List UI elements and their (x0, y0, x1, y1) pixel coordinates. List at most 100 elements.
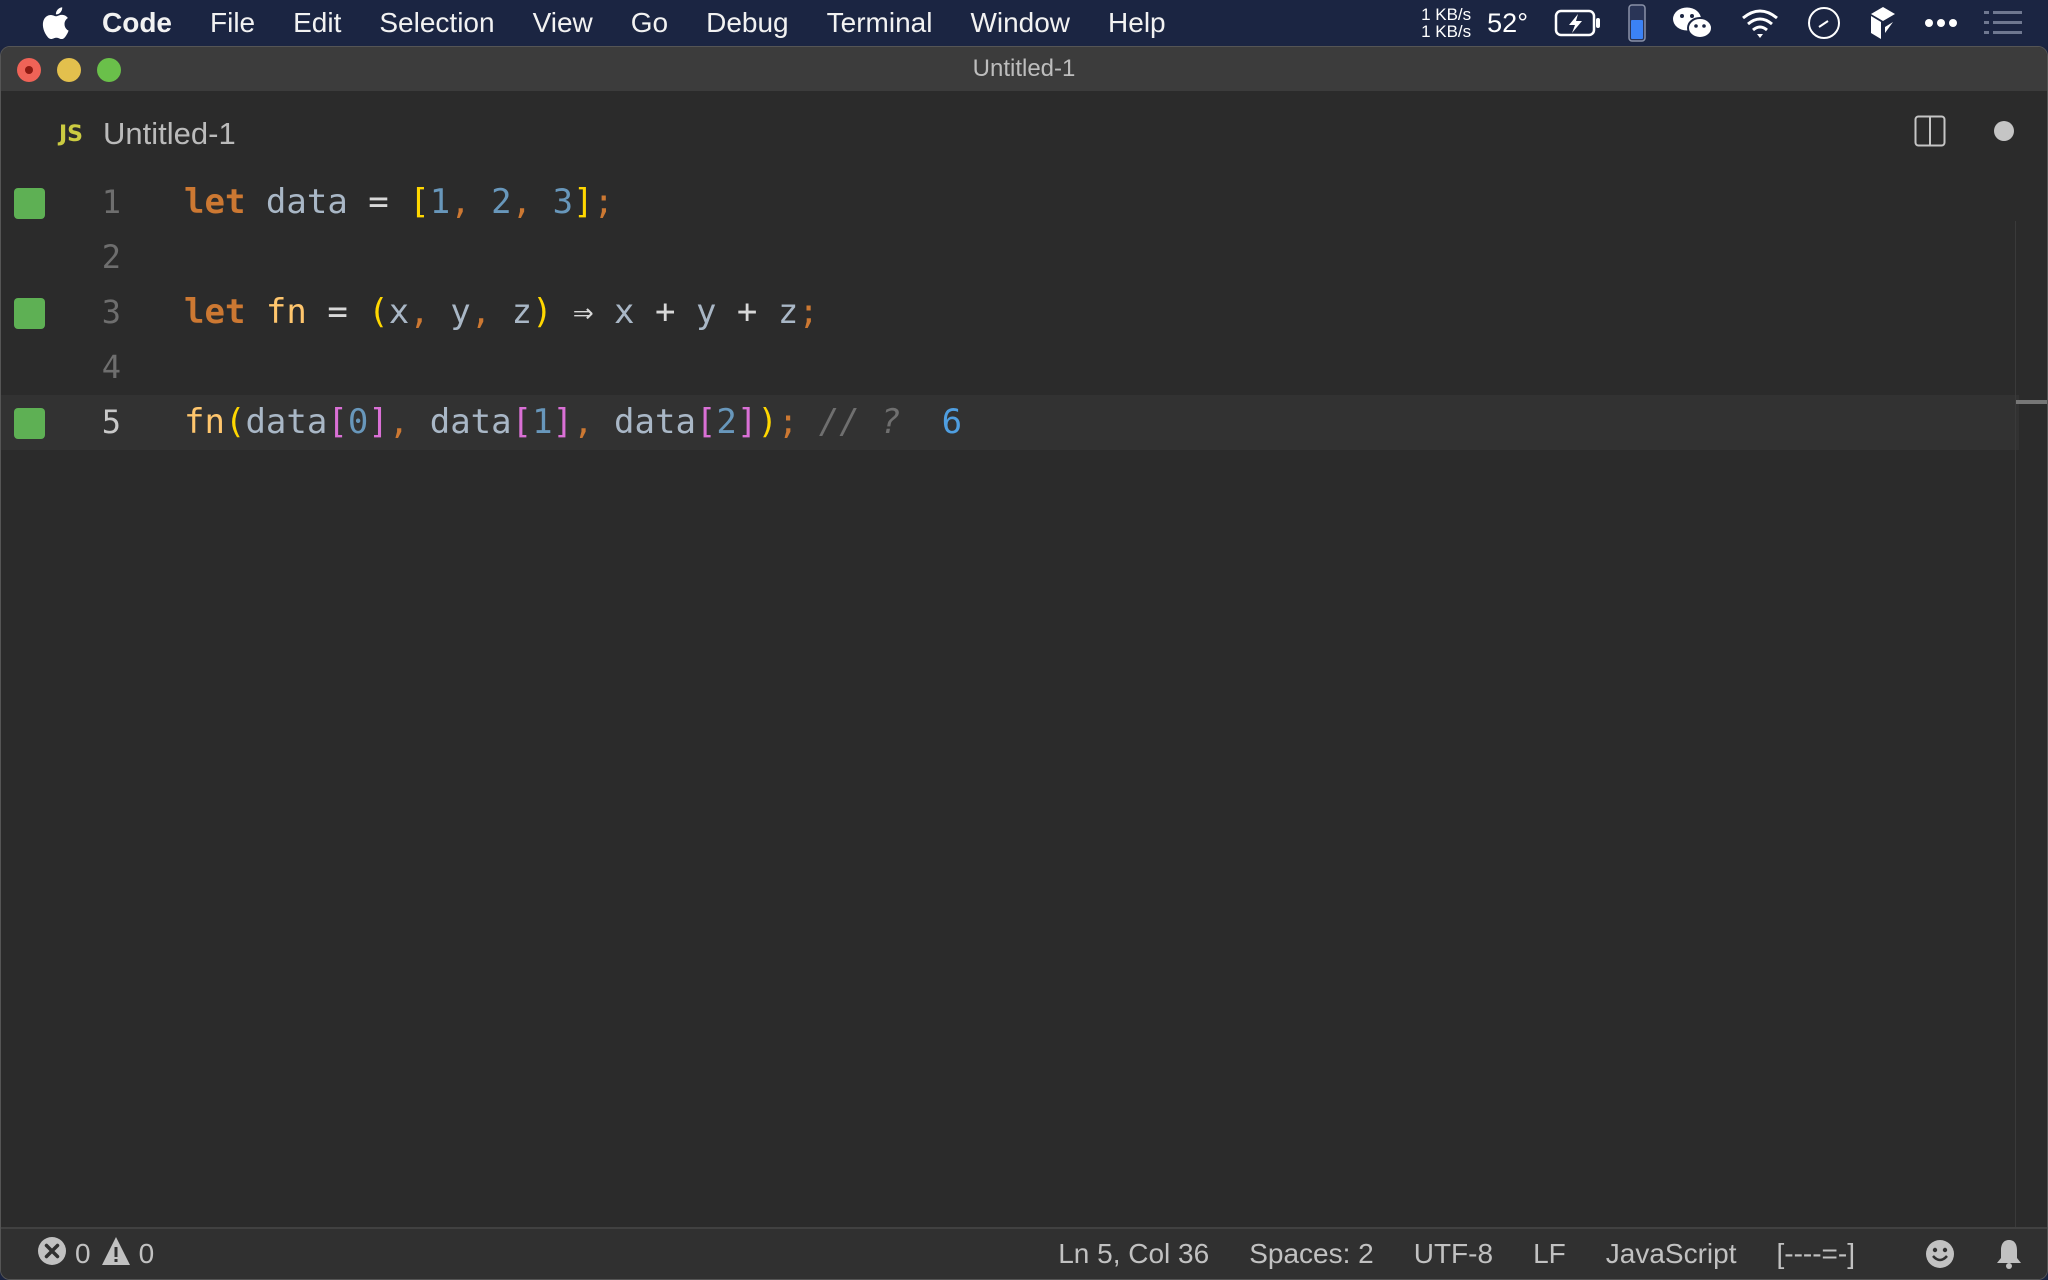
code-token: y (450, 292, 471, 332)
code-token: y (695, 292, 717, 332)
line-number: 2 (101, 238, 121, 276)
code-token: ( (224, 402, 246, 442)
smiley-icon[interactable] (1925, 1239, 1955, 1269)
tab-bar: JS Untitled-1 (1, 91, 2047, 175)
code-token: = (347, 182, 410, 222)
code-token: , (573, 402, 615, 442)
code-token: fn (184, 402, 225, 442)
code-token: , (511, 182, 553, 222)
tab-untitled-1[interactable]: JS Untitled-1 (59, 109, 236, 159)
memory-gauge-icon[interactable] (1628, 4, 1646, 42)
code-token: 3 (552, 182, 574, 222)
cursor-position[interactable]: Ln 5, Col 36 (1058, 1238, 1209, 1270)
code-token: 2 (716, 402, 737, 442)
menu-view[interactable]: View (533, 7, 593, 39)
wifi-icon[interactable] (1740, 7, 1780, 39)
menu-selection[interactable]: Selection (379, 7, 494, 39)
line-number: 1 (101, 183, 121, 221)
notification-list-icon[interactable] (1984, 10, 2022, 36)
code-token: ; (798, 292, 819, 332)
code-line[interactable]: 4 (1, 340, 2019, 395)
menu-debug[interactable]: Debug (706, 7, 789, 39)
code-token: [ (327, 402, 348, 442)
code-token: ] (736, 402, 758, 442)
warning-icon (101, 1236, 131, 1273)
network-up: 1 KB/s (1421, 5, 1472, 24)
line-number: 5 (101, 403, 121, 441)
code-token: data (614, 402, 696, 442)
code-text: let data = [1, 2, 3]; (184, 175, 614, 230)
code-text: let fn = (x, y, z) ⇒ x + y + z; (184, 285, 819, 340)
encoding[interactable]: UTF-8 (1414, 1238, 1493, 1270)
javascript-file-icon: JS (59, 121, 84, 147)
menu-edit[interactable]: Edit (293, 7, 341, 39)
problems-indicator[interactable]: 0 0 (37, 1229, 164, 1279)
app-cube-icon[interactable] (1868, 5, 1898, 41)
unsaved-dot-icon[interactable] (1994, 121, 2014, 141)
code-token: x (388, 292, 410, 332)
code-token: 2 (491, 182, 512, 222)
menu-file[interactable]: File (210, 7, 255, 39)
bell-icon[interactable] (1995, 1238, 2023, 1270)
code-token: data (245, 402, 328, 442)
status-tray: 1 KB/s 1 KB/s 52° (1421, 0, 2048, 46)
code-line[interactable]: 2 (1, 230, 2019, 285)
network-down: 1 KB/s (1421, 22, 1472, 41)
code-token: + (634, 292, 696, 332)
code-token: [ (409, 182, 430, 222)
code-token: ) (532, 292, 553, 332)
code-token: 1 (532, 402, 553, 442)
split-editor-icon[interactable] (1914, 115, 1946, 147)
quokka-progress[interactable]: [----=-] (1776, 1238, 1855, 1270)
code-token: + (716, 292, 778, 332)
coverage-marker-icon (14, 188, 45, 219)
end-of-line[interactable]: LF (1533, 1238, 1566, 1270)
more-icon[interactable] (1924, 18, 1958, 28)
code-token: ⇒ (552, 292, 615, 332)
code-token: let (184, 182, 246, 222)
error-icon (37, 1236, 67, 1273)
menu-code[interactable]: Code (102, 7, 172, 39)
menu-bar: Code File Edit Selection View Go Debug T… (0, 0, 2048, 46)
tab-label: Untitled-1 (103, 116, 236, 151)
code-token: let (184, 292, 246, 332)
wechat-icon[interactable] (1672, 6, 1714, 40)
overview-ruler-cursor (2016, 400, 2047, 404)
code-token: ] (573, 182, 594, 222)
menu-window[interactable]: Window (970, 7, 1070, 39)
code-token: ] (552, 402, 574, 442)
window-title: Untitled-1 (972, 55, 1076, 82)
inline-result-value: 6 (900, 402, 963, 442)
code-token: 1 (429, 182, 451, 222)
temperature[interactable]: 52° (1487, 8, 1528, 39)
code-token: ; (593, 182, 615, 222)
code-token: ( (368, 292, 389, 332)
code-token: , (470, 292, 512, 332)
vscode-window: Untitled-1 JS Untitled-1 1 let data = [1,… (0, 46, 2048, 1280)
code-token: ; (777, 402, 799, 442)
code-token: z (777, 292, 799, 332)
code-token: = (306, 292, 369, 332)
menu-go[interactable]: Go (631, 7, 668, 39)
apple-logo-icon[interactable] (40, 6, 72, 40)
language-mode[interactable]: JavaScript (1606, 1238, 1737, 1270)
indentation[interactable]: Spaces: 2 (1249, 1238, 1374, 1270)
clock-icon[interactable] (1806, 5, 1842, 41)
network-speed[interactable]: 1 KB/s 1 KB/s (1421, 6, 1471, 40)
code-line-current[interactable]: 5 fn(data[0], data[1], data[2]); // ? 6 (1, 395, 2019, 450)
warning-count: 0 (138, 1238, 155, 1269)
code-token: x (614, 292, 635, 332)
code-token: z (511, 292, 533, 332)
code-line[interactable]: 3 let fn = (x, y, z) ⇒ x + y + z; (1, 285, 2019, 340)
menu-help[interactable]: Help (1108, 7, 1166, 39)
code-token: , (450, 182, 492, 222)
code-token: [ (695, 402, 717, 442)
code-line[interactable]: 1 let data = [1, 2, 3]; (1, 175, 2019, 230)
menu-terminal[interactable]: Terminal (827, 7, 933, 39)
battery-charging-icon[interactable] (1554, 8, 1602, 38)
status-bar: 0 0 Ln 5, Col 36 Spaces: 2 UTF-8 LF Java… (1, 1227, 2047, 1279)
title-bar: Untitled-1 (1, 47, 2047, 91)
code-editor[interactable]: 1 let data = [1, 2, 3]; 2 3 let fn = (x, y, … (1, 175, 2047, 1227)
